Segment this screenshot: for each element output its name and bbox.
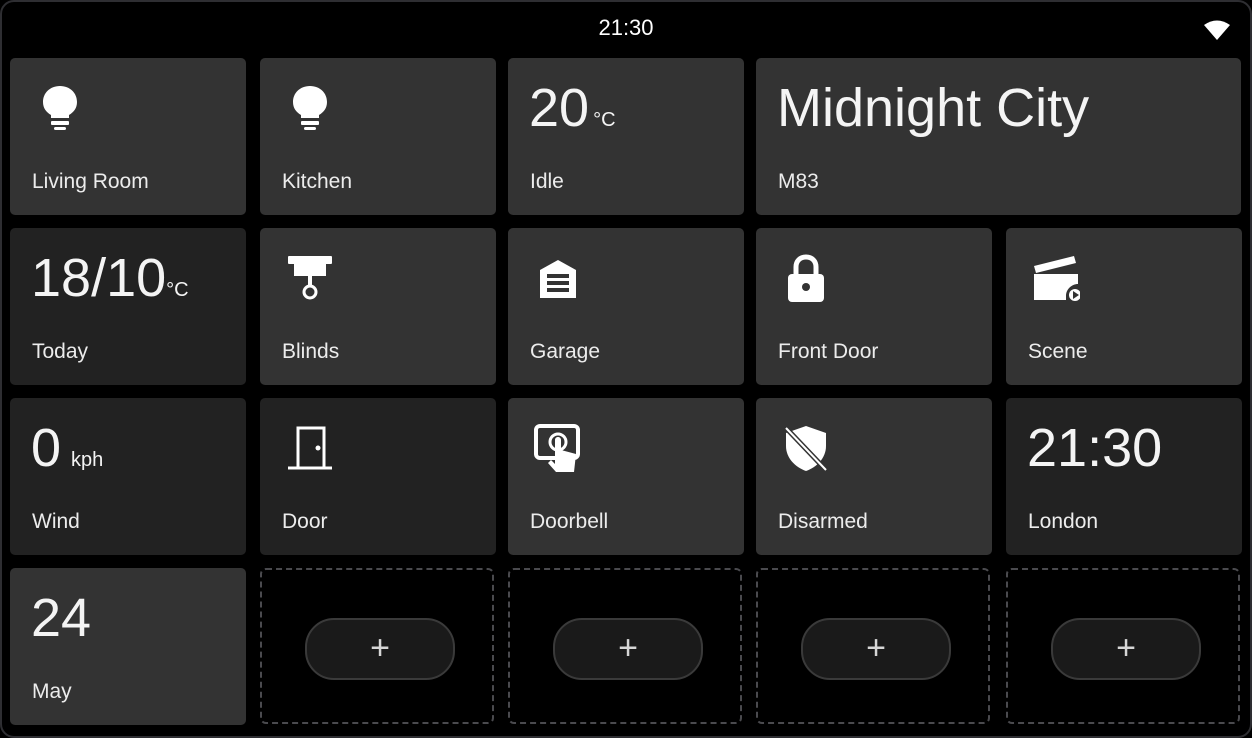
wind-value: 0: [31, 418, 62, 478]
add-tile-button[interactable]: +: [801, 618, 951, 680]
door-icon: [286, 424, 334, 472]
tile-label: Garage: [530, 340, 601, 363]
status-time: 21:30: [598, 15, 654, 40]
lightbulb-icon: [286, 84, 334, 132]
tile-alarm[interactable]: Disarmed: [756, 398, 992, 555]
forecast-unit: °C: [166, 279, 189, 301]
tile-wind[interactable]: 0 kph Wind: [10, 398, 246, 555]
tile-label: Blinds: [282, 340, 340, 363]
empty-slot: +: [260, 568, 494, 724]
media-title: Midnight City: [777, 78, 1090, 138]
forecast-temperature: 18/10°C: [31, 248, 189, 320]
dashboard-screen: 21:30 Living Room Kitchen 20 °C Idle Midn…: [0, 0, 1252, 738]
doorbell-touch-icon: [534, 424, 582, 472]
tile-doorbell[interactable]: Doorbell: [508, 398, 744, 555]
tile-label: Living Room: [32, 170, 149, 193]
media-artist: M83: [778, 170, 819, 193]
date-day: 24: [31, 588, 92, 648]
forecast-label: Today: [32, 340, 89, 363]
thermostat-unit: °C: [593, 109, 616, 131]
tile-date[interactable]: 24 May: [10, 568, 246, 725]
tile-scene[interactable]: Scene: [1006, 228, 1242, 385]
tile-label: Front Door: [778, 340, 879, 363]
clapperboard-icon: [1032, 254, 1080, 302]
empty-slot: +: [756, 568, 990, 724]
lightbulb-icon: [36, 84, 84, 132]
add-tile-button[interactable]: +: [305, 618, 455, 680]
tile-label: Doorbell: [530, 510, 609, 533]
tile-clock[interactable]: 21:30 London: [1006, 398, 1242, 555]
add-tile-button[interactable]: +: [553, 618, 703, 680]
tile-label: Disarmed: [778, 510, 868, 533]
tile-door[interactable]: Door: [260, 398, 496, 555]
thermostat-temperature: 20 °C: [529, 78, 616, 150]
add-tile-button[interactable]: +: [1051, 618, 1201, 680]
date-month: May: [32, 680, 72, 703]
tile-label: Door: [282, 510, 328, 533]
tile-label: Scene: [1028, 340, 1088, 363]
wind-unit: kph: [71, 449, 104, 471]
wifi-icon: [1204, 20, 1230, 40]
tile-kitchen-light[interactable]: Kitchen: [260, 58, 496, 215]
tile-garage[interactable]: Garage: [508, 228, 744, 385]
tile-label: Kitchen: [282, 170, 353, 193]
garage-icon: [534, 254, 582, 302]
tile-thermostat[interactable]: 20 °C Idle: [508, 58, 744, 215]
tile-living-room-light[interactable]: Living Room: [10, 58, 246, 215]
empty-slot: +: [1006, 568, 1240, 724]
wind-speed: 0 kph: [31, 418, 103, 490]
clock-time: 21:30: [1027, 418, 1163, 478]
thermostat-state: Idle: [530, 170, 564, 193]
tile-media-player[interactable]: Midnight City M83: [756, 58, 1241, 215]
tile-front-door-lock[interactable]: Front Door: [756, 228, 992, 385]
tile-blinds[interactable]: Blinds: [260, 228, 496, 385]
tile-weather-forecast[interactable]: 18/10°C Today: [10, 228, 246, 385]
lock-icon: [782, 254, 830, 302]
blinds-icon: [286, 254, 334, 302]
empty-slot: +: [508, 568, 742, 724]
thermostat-value: 20: [529, 78, 590, 138]
clock-location: London: [1028, 510, 1099, 533]
wind-label: Wind: [32, 510, 80, 533]
shield-off-icon: [782, 424, 830, 472]
forecast-value: 18/10: [31, 248, 167, 308]
